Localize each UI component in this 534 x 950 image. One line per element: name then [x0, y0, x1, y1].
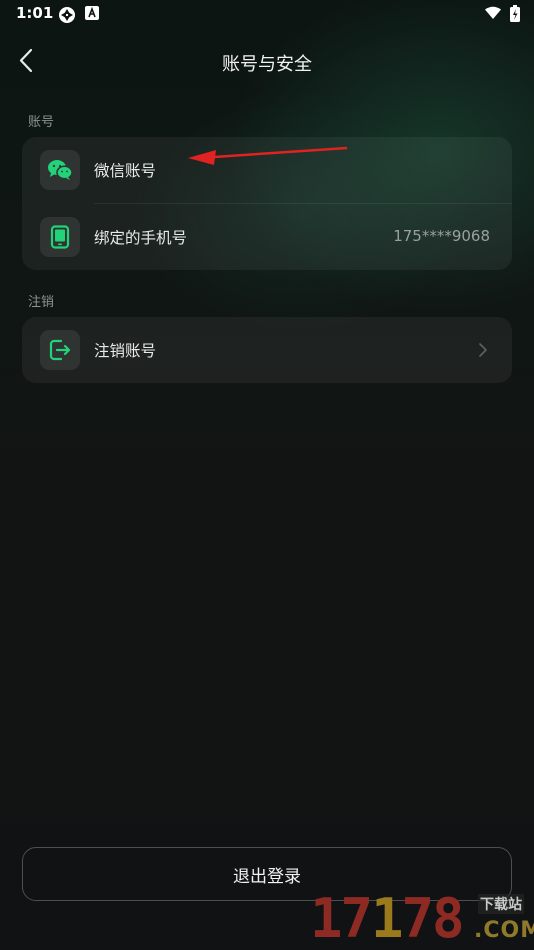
- wechat-icon-box: [40, 150, 80, 190]
- aperture-icon: [59, 7, 75, 23]
- logout-icon: [49, 339, 71, 361]
- logout-icon-box: [40, 330, 80, 370]
- bound-phone-value: 175****9068: [393, 227, 490, 245]
- watermark-domain: .COM: [474, 918, 534, 943]
- cancel-account-label: 注销账号: [94, 342, 157, 360]
- watermark-site-cn: 下载站: [478, 894, 524, 914]
- logout-label: 退出登录: [233, 866, 301, 887]
- battery-icon: [510, 5, 520, 22]
- account-card: 微信账号 绑定的手机号 175****9068: [22, 137, 512, 270]
- wechat-account-label: 微信账号: [94, 162, 157, 180]
- status-bar: 1:01: [0, 0, 534, 28]
- wifi-icon: [485, 6, 501, 19]
- section-label-cancel: 注销: [28, 295, 55, 310]
- bound-phone-label: 绑定的手机号: [94, 229, 188, 247]
- phone-icon: [50, 225, 70, 249]
- wechat-icon: [48, 160, 73, 180]
- cancel-card: 注销账号: [22, 317, 512, 383]
- watermark-number: 17178: [310, 887, 465, 950]
- chevron-right-icon: [479, 343, 487, 357]
- section-label-account: 账号: [28, 115, 55, 130]
- watermark-logo: 17178 下载站 .COM: [310, 888, 534, 950]
- bound-phone-row[interactable]: 绑定的手机号 175****9068: [22, 204, 512, 270]
- nav-bar: 账号与安全: [0, 38, 534, 86]
- phone-icon-box: [40, 217, 80, 257]
- status-time: 1:01: [16, 4, 54, 22]
- page-title: 账号与安全: [222, 54, 312, 75]
- wechat-account-row[interactable]: 微信账号: [22, 137, 512, 203]
- app-a-icon: [85, 6, 99, 20]
- cancel-account-row[interactable]: 注销账号: [22, 317, 512, 383]
